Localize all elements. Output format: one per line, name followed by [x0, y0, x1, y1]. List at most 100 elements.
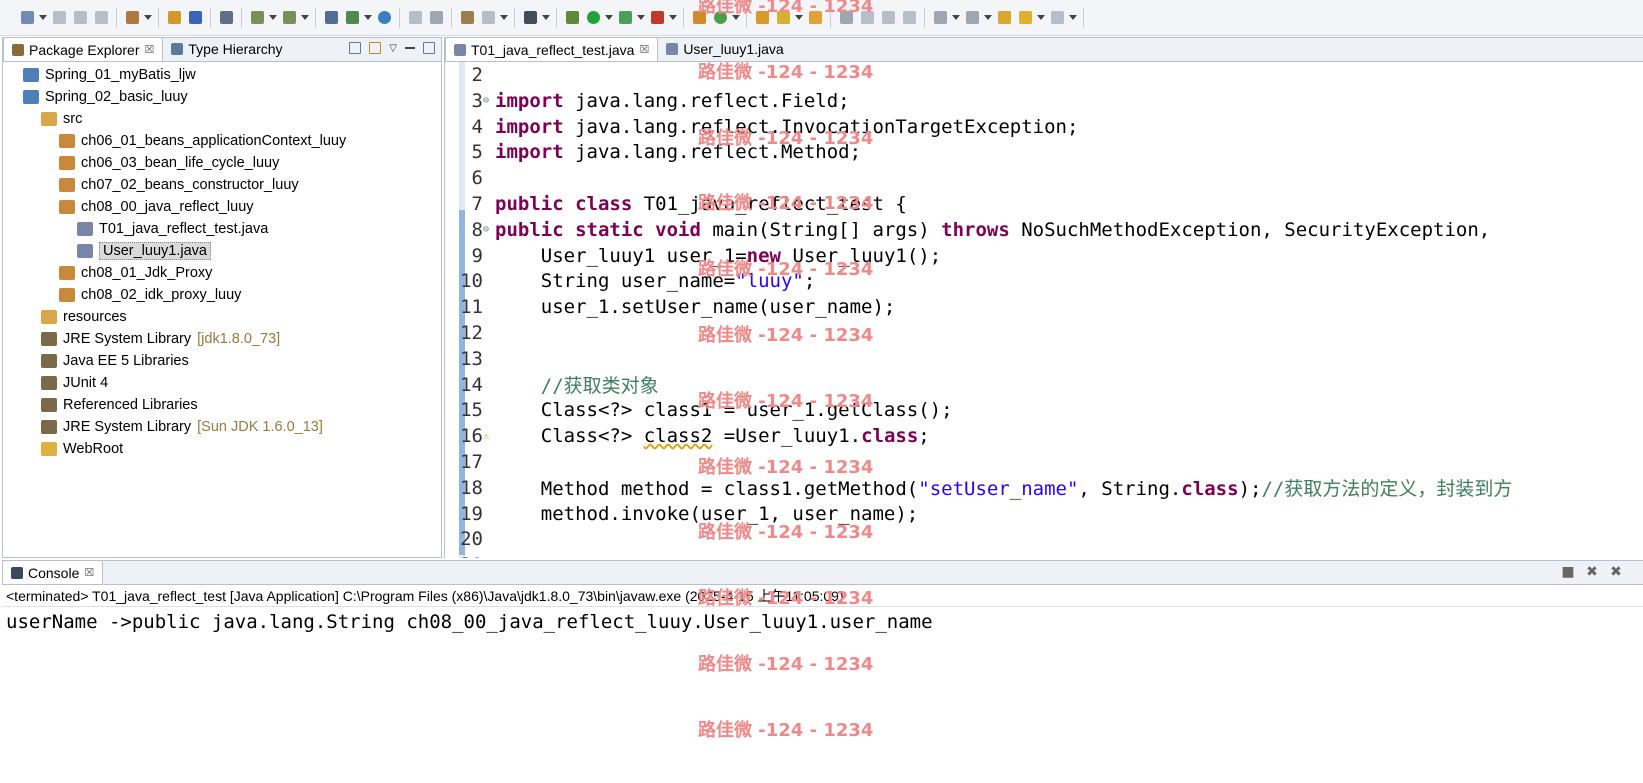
next-annotation-icon[interactable] — [248, 9, 266, 27]
coverage-icon[interactable] — [616, 9, 634, 27]
terminate-icon[interactable]: ■ — [1561, 565, 1575, 579]
tree-item[interactable]: Spring_02_basic_luuy — [3, 86, 441, 108]
line-number: 17 — [460, 451, 483, 473]
tree-item[interactable]: Java EE 5 Libraries — [3, 350, 441, 372]
code-editor: T01_java_reflect_test.java ☒ User_luuy1.ja… — [444, 37, 1643, 558]
tree-item[interactable]: ch08_00_java_reflect_luuy — [3, 196, 441, 218]
tree-item[interactable]: ch07_02_beans_constructor_luuy — [3, 174, 441, 196]
dropdown-arrow-icon[interactable] — [795, 9, 803, 27]
save-icon[interactable] — [50, 9, 68, 27]
open-folder-icon[interactable] — [806, 9, 824, 27]
dropdown-arrow-icon[interactable] — [1069, 9, 1077, 27]
source-folder-icon — [41, 310, 57, 324]
dropdown-arrow-icon[interactable] — [1037, 9, 1045, 27]
code-text: import java.lang.reflect.Field; — [493, 90, 850, 112]
open-type-icon[interactable] — [165, 9, 183, 27]
console-output[interactable]: userName ->public java.lang.String ch08_… — [2, 607, 1643, 637]
toggle-block-icon[interactable] — [879, 9, 897, 27]
prev-annotation-icon[interactable] — [280, 9, 298, 27]
dropdown-arrow-icon[interactable] — [301, 9, 309, 27]
new-wizard-icon[interactable] — [123, 9, 141, 27]
new-class-icon[interactable] — [711, 9, 729, 27]
code-area[interactable]: 2 3 ⊖ import java.lang.reflect.Field; 4 impor… — [445, 62, 1643, 558]
tab-editor-0[interactable]: T01_java_reflect_test.java ☒ — [445, 38, 659, 61]
prev-edit-icon[interactable] — [963, 9, 981, 27]
new-icon[interactable] — [18, 9, 36, 27]
print-icon[interactable] — [92, 9, 110, 27]
bug-icon[interactable] — [563, 9, 581, 27]
tab-left-0[interactable]: Package Explorer ☒ — [3, 37, 164, 61]
collapse-all-icon[interactable] — [349, 42, 362, 54]
last-edit-icon[interactable] — [995, 9, 1013, 27]
minimize-icon[interactable] — [405, 47, 415, 49]
tree-item[interactable]: JRE System Library [jdk1.8.0_73] — [3, 328, 441, 350]
dropdown-arrow-icon[interactable] — [364, 9, 372, 27]
save-all-icon[interactable] — [71, 9, 89, 27]
dropdown-arrow-icon[interactable] — [732, 9, 740, 27]
open-task-icon[interactable] — [753, 9, 771, 27]
deploy-icon[interactable] — [343, 9, 361, 27]
debug-icon[interactable] — [217, 9, 235, 27]
new-package-icon[interactable] — [690, 9, 708, 27]
tree-item[interactable]: WebRoot — [3, 438, 441, 460]
close-icon[interactable]: ☒ — [145, 43, 155, 56]
dropdown-arrow-icon[interactable] — [605, 9, 613, 27]
edit-icon[interactable] — [406, 9, 424, 27]
search-icon[interactable] — [774, 9, 792, 27]
remove-all-icon[interactable]: ✖ — [1609, 565, 1623, 579]
dropdown-arrow-icon[interactable] — [500, 9, 508, 27]
dropdown-arrow-icon[interactable] — [542, 9, 550, 27]
external-tools-icon[interactable] — [648, 9, 666, 27]
forward-icon[interactable] — [1048, 9, 1066, 27]
dropdown-arrow-icon[interactable] — [39, 9, 47, 27]
build-icon[interactable] — [458, 9, 476, 27]
server-icon[interactable] — [322, 9, 340, 27]
brush-icon[interactable] — [858, 9, 876, 27]
link-with-editor-icon[interactable] — [369, 42, 382, 54]
dropdown-arrow-icon[interactable] — [984, 9, 992, 27]
tree-item[interactable]: T01_java_reflect_test.java — [3, 218, 441, 240]
terminal-icon[interactable] — [521, 9, 539, 27]
tree-item[interactable]: ch08_02_idk_proxy_luuy — [3, 284, 441, 306]
tree-item[interactable]: src — [3, 108, 441, 130]
tree-item[interactable]: ch08_01_Jdk_Proxy — [3, 262, 441, 284]
tree-item[interactable]: Referenced Libraries — [3, 394, 441, 416]
dropdown-arrow-icon[interactable] — [144, 9, 152, 27]
dropdown-arrow-icon[interactable] — [637, 9, 645, 27]
maximize-icon[interactable] — [423, 42, 435, 54]
tab-left-1[interactable]: Type Hierarchy — [163, 37, 290, 61]
remove-launch-icon[interactable]: ✖ — [1585, 565, 1599, 579]
tree-item[interactable]: Spring_01_myBatis_ljw — [3, 64, 441, 86]
fold-toggle-icon[interactable]: ⊖ — [483, 224, 493, 235]
package-explorer-icon — [12, 43, 24, 56]
dropdown-arrow-icon[interactable] — [952, 9, 960, 27]
open-resource-icon[interactable] — [186, 9, 204, 27]
tree-item[interactable]: JRE System Library [Sun JDK 1.6.0_13] — [3, 416, 441, 438]
run-icon[interactable] — [584, 9, 602, 27]
tab-editor-1[interactable]: User_luuy1.java — [658, 38, 791, 61]
dropdown-arrow-icon[interactable] — [269, 9, 277, 27]
pin-icon[interactable] — [837, 9, 855, 27]
tree-item[interactable]: resources — [3, 306, 441, 328]
show-whitespace-icon[interactable] — [900, 9, 918, 27]
tree-item[interactable]: User_luuy1.java — [3, 240, 441, 262]
rename-icon[interactable] — [427, 9, 445, 27]
close-icon[interactable]: ☒ — [84, 566, 94, 579]
toolbar-group — [925, 7, 1084, 28]
line-number: 4 — [471, 115, 483, 138]
back-icon[interactable] — [1016, 9, 1034, 27]
browser-icon[interactable] — [375, 9, 393, 27]
code-token: User_luuy1 user_1= — [495, 244, 747, 267]
tree-item[interactable]: ch06_01_beans_applicationContext_luuy — [3, 130, 441, 152]
code-token: ; — [803, 270, 816, 293]
close-icon[interactable]: ☒ — [639, 43, 649, 56]
view-menu-icon[interactable]: ▽ — [389, 43, 397, 54]
settings-icon[interactable] — [479, 9, 497, 27]
library-icon — [41, 332, 57, 346]
next-edit-icon[interactable] — [931, 9, 949, 27]
fold-toggle-icon[interactable]: ⊖ — [483, 95, 493, 106]
dropdown-arrow-icon[interactable] — [669, 9, 677, 27]
tab-console[interactable]: Console ☒ — [2, 560, 104, 584]
tree-item[interactable]: ch06_03_bean_life_cycle_luuy — [3, 152, 441, 174]
tree-item[interactable]: JUnit 4 — [3, 372, 441, 394]
